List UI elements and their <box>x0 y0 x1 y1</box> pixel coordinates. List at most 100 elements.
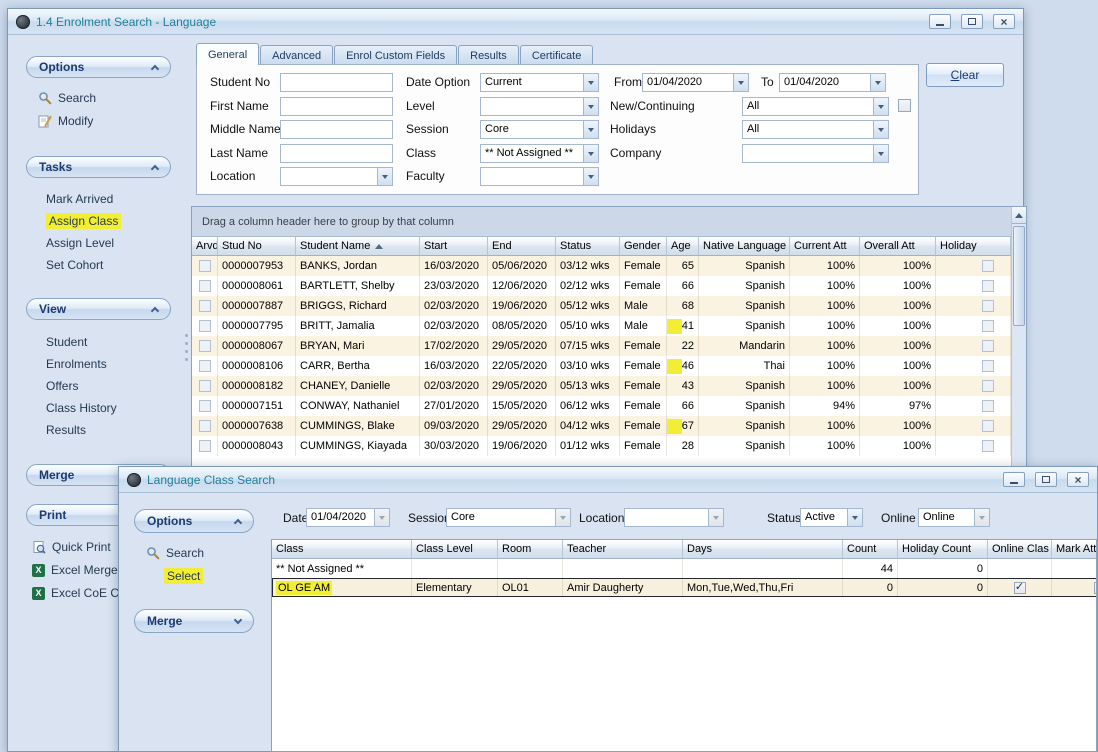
clear-button[interactable]: Clear <box>926 63 1004 87</box>
tab-certificate[interactable]: Certificate <box>520 45 594 65</box>
sidebar-item-assign-class[interactable]: Assign Class <box>46 213 121 229</box>
column-header-start[interactable]: Start <box>420 237 488 256</box>
level-select[interactable] <box>480 97 599 116</box>
table-row[interactable]: 0000008106CARR, Bertha16/03/202022/05/20… <box>192 356 1011 376</box>
column-header-holiday[interactable]: Holiday <box>936 237 1011 256</box>
tasks-panel-header[interactable]: Tasks <box>26 156 171 178</box>
class-titlebar[interactable]: Language Class Search × <box>119 467 1097 493</box>
table-row[interactable]: OL GE AMElementaryOL01Amir DaughertyMon,… <box>272 578 1097 597</box>
checkbox[interactable] <box>199 400 211 412</box>
column-header-gender[interactable]: Gender <box>620 237 667 256</box>
middle-name-input[interactable] <box>280 120 393 139</box>
dropdown-arrow-icon[interactable] <box>974 509 989 526</box>
column-header-native_language[interactable]: Native Language <box>699 237 790 256</box>
dropdown-arrow-icon[interactable] <box>583 145 598 162</box>
column-header-overall_att[interactable]: Overall Att <box>860 237 936 256</box>
dropdown-arrow-icon[interactable] <box>873 98 888 115</box>
date-input[interactable]: 01/04/2020 <box>306 508 390 527</box>
column-header-name[interactable]: Student Name <box>296 237 420 256</box>
checkbox-checked[interactable] <box>1094 582 1098 594</box>
sidebar-item-enrolments[interactable]: Enrolments <box>46 356 107 372</box>
tab-advanced[interactable]: Advanced <box>260 45 333 65</box>
close-button[interactable]: × <box>993 14 1015 29</box>
dropdown-arrow-icon[interactable] <box>708 509 723 526</box>
dropdown-arrow-icon[interactable] <box>555 509 570 526</box>
column-header-class[interactable]: Class <box>272 540 412 559</box>
checkbox[interactable] <box>982 440 994 452</box>
tab-enrol-custom-fields[interactable]: Enrol Custom Fields <box>334 45 457 65</box>
table-row[interactable]: 0000008182CHANEY, Danielle02/03/202029/0… <box>192 376 1011 396</box>
dropdown-arrow-icon[interactable] <box>847 509 862 526</box>
dropdown-arrow-icon[interactable] <box>870 74 885 91</box>
checkbox[interactable] <box>982 360 994 372</box>
sidebar-item-results[interactable]: Results <box>46 422 86 438</box>
maximize-button[interactable] <box>961 14 983 29</box>
sidebar-item-class-history[interactable]: Class History <box>46 400 117 416</box>
session-select[interactable]: Core <box>446 508 571 527</box>
table-row[interactable]: 0000007638CUMMINGS, Blake09/03/202029/05… <box>192 416 1011 436</box>
column-header-arvd[interactable]: Arvd <box>192 237 218 256</box>
table-row[interactable]: ** Not Assigned **440 <box>272 559 1097 578</box>
column-header-count[interactable]: Count <box>843 540 898 559</box>
scroll-thumb[interactable] <box>1013 226 1025 326</box>
new-continuing-checkbox[interactable] <box>898 99 911 112</box>
status-select[interactable]: Active <box>800 508 863 527</box>
checkbox[interactable] <box>982 380 994 392</box>
sidebar-item-excel-coe[interactable]: X Excel CoE C <box>32 585 119 601</box>
maximize-button[interactable] <box>1035 472 1057 487</box>
sidebar-item-search[interactable]: Search <box>38 90 96 106</box>
column-header-end[interactable]: End <box>488 237 556 256</box>
checkbox[interactable] <box>982 340 994 352</box>
column-header-stud_no[interactable]: Stud No <box>218 237 296 256</box>
sidebar-item-excel-merge[interactable]: X Excel Merge <box>32 562 118 578</box>
checkbox[interactable] <box>982 320 994 332</box>
table-row[interactable]: 0000007887BRIGGS, Richard02/03/202019/06… <box>192 296 1011 316</box>
checkbox[interactable] <box>199 280 211 292</box>
sidebar-item-offers[interactable]: Offers <box>46 378 78 394</box>
table-row[interactable]: 0000008061BARTLETT, Shelby23/03/202012/0… <box>192 276 1011 296</box>
column-header-status[interactable]: Status <box>556 237 620 256</box>
dropdown-arrow-icon[interactable] <box>374 509 389 526</box>
options-panel-header[interactable]: Options <box>134 509 254 533</box>
date-option-select[interactable]: Current <box>480 73 599 92</box>
session-select[interactable]: Core <box>480 120 599 139</box>
checkbox[interactable] <box>199 420 211 432</box>
sidebar-item-student[interactable]: Student <box>46 334 87 350</box>
checkbox[interactable] <box>199 360 211 372</box>
company-select[interactable] <box>742 144 889 163</box>
tab-results[interactable]: Results <box>458 45 519 65</box>
dropdown-arrow-icon[interactable] <box>583 121 598 138</box>
column-header-online_class[interactable]: Online Clas <box>988 540 1052 559</box>
checkbox[interactable] <box>982 400 994 412</box>
dropdown-arrow-icon[interactable] <box>873 145 888 162</box>
table-row[interactable]: 0000008043CUMMINGS, Kiayada30/03/202019/… <box>192 436 1011 456</box>
checkbox[interactable] <box>982 420 994 432</box>
checkbox[interactable] <box>982 260 994 272</box>
minimize-button[interactable] <box>1003 472 1025 487</box>
checkbox[interactable] <box>199 260 211 272</box>
dropdown-arrow-icon[interactable] <box>377 168 392 185</box>
online-select[interactable]: Online <box>918 508 990 527</box>
scroll-up-button[interactable] <box>1012 207 1026 224</box>
column-header-mark_attend[interactable]: Mark Atten <box>1052 540 1097 559</box>
checkbox-checked[interactable] <box>1014 582 1026 594</box>
sidebar-item-quick-print[interactable]: Quick Print <box>32 539 111 555</box>
column-header-current_att[interactable]: Current Att <box>790 237 860 256</box>
column-header-days[interactable]: Days <box>683 540 843 559</box>
checkbox[interactable] <box>199 300 211 312</box>
dropdown-arrow-icon[interactable] <box>583 168 598 185</box>
student-no-input[interactable] <box>280 73 393 92</box>
group-by-bar[interactable]: Drag a column header here to group by th… <box>192 207 1011 237</box>
options-panel-header[interactable]: Options <box>26 56 171 78</box>
table-row[interactable]: 0000007151CONWAY, Nathaniel27/01/202015/… <box>192 396 1011 416</box>
sidebar-item-select[interactable]: Select <box>164 568 203 584</box>
checkbox[interactable] <box>199 340 211 352</box>
location-select[interactable] <box>280 167 393 186</box>
to-date-input[interactable]: 01/04/2020 <box>779 73 886 92</box>
sidebar-item-search[interactable]: Search <box>146 545 204 561</box>
class-select[interactable]: ** Not Assigned ** <box>480 144 599 163</box>
table-row[interactable]: 0000007795BRITT, Jamalia02/03/202008/05/… <box>192 316 1011 336</box>
minimize-button[interactable] <box>929 14 951 29</box>
column-header-age[interactable]: Age <box>667 237 699 256</box>
holidays-select[interactable]: All <box>742 120 889 139</box>
